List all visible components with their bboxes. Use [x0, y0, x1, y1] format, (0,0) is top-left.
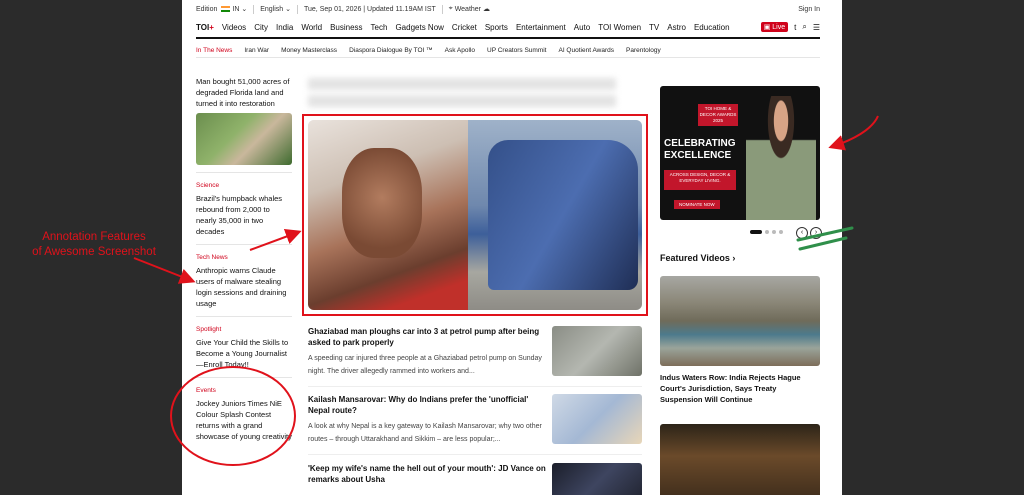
annotation-arrow-ad: [828, 115, 879, 151]
annotation-arrows: [133, 115, 879, 284]
annotation-green-strokes: [796, 226, 854, 251]
annotation-arrow-hero: [249, 228, 302, 251]
annotation-arrow-tech: [133, 257, 196, 284]
